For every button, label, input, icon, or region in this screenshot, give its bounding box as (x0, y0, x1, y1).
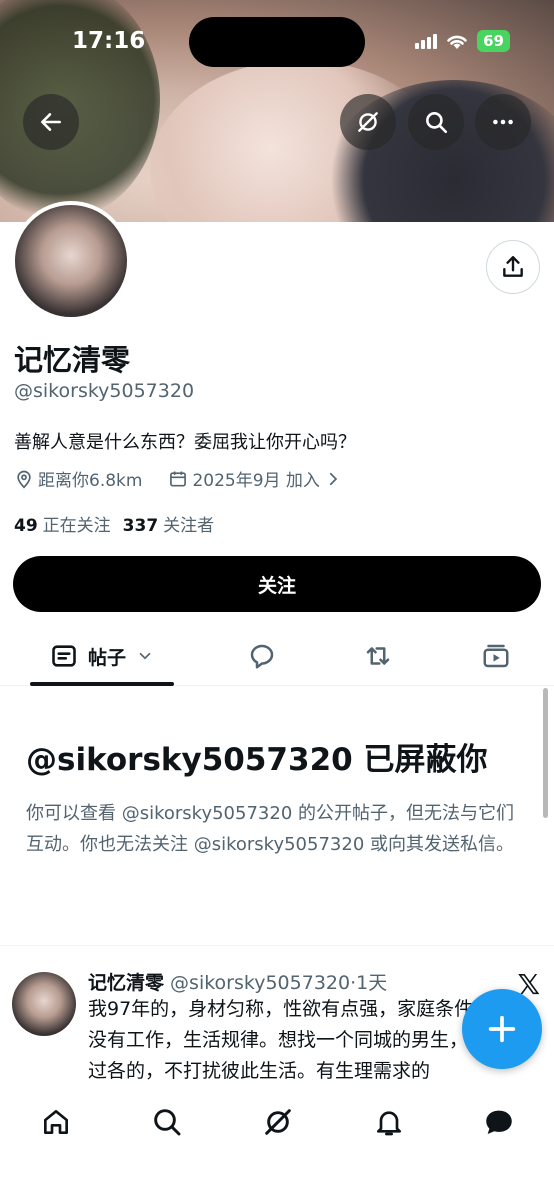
profile-tabs: 帖子 (0, 628, 554, 686)
bell-icon (377, 1111, 401, 1136)
calendar-icon (170, 471, 187, 486)
profile-meta: 距离你6.8km 2025年9月 加入 (14, 466, 342, 491)
more-icon (493, 119, 513, 125)
signal-icon (415, 33, 438, 49)
dynamic-island (189, 17, 365, 67)
nav-grok[interactable] (258, 1102, 298, 1142)
nav-search[interactable] (147, 1102, 187, 1142)
bottom-nav (0, 1090, 554, 1200)
location-icon (17, 470, 31, 489)
chevron-down-icon[interactable] (136, 647, 154, 665)
share-button[interactable] (486, 240, 540, 294)
post-header: 记忆清零 @sikorsky5057320·1天 (88, 968, 387, 995)
follow-counts: 49 正在关注 337 关注者 (14, 511, 214, 536)
profile-name: 记忆清零 (14, 343, 131, 377)
media-icon (483, 644, 509, 668)
blocked-description: 你可以查看 @sikorsky5057320 的公开帖子，但无法与它们互动。你也… (26, 803, 514, 855)
chat-bubble-icon (486, 1110, 512, 1135)
post-author[interactable]: 记忆清零 (88, 972, 164, 994)
profile-bio: 善解人意是什么东西？委屈我让你开心吗？ (14, 432, 356, 453)
follow-button[interactable]: 关注 (13, 556, 541, 612)
search-button[interactable] (408, 94, 464, 150)
status-icons: 69 (415, 30, 510, 52)
location-text: 距离你6.8km (38, 471, 143, 491)
chevron-right-icon[interactable] (324, 470, 342, 488)
wifi-icon (447, 35, 467, 49)
post-avatar[interactable] (12, 972, 76, 1036)
more-button[interactable] (475, 94, 531, 150)
posts-icon (52, 645, 76, 667)
search-icon (154, 1109, 181, 1136)
blocked-title: @sikorsky5057320 已屏蔽你 (26, 742, 488, 778)
grok-button[interactable] (340, 94, 396, 150)
followers-link[interactable]: 337 关注者 (123, 511, 215, 536)
home-icon (44, 1110, 68, 1134)
search-icon (426, 112, 448, 134)
nav-home[interactable] (36, 1102, 76, 1142)
post-meta: @sikorsky5057320·1天 (164, 972, 388, 994)
scrollbar[interactable] (543, 688, 548, 818)
tab-posts[interactable]: 帖子 (30, 628, 174, 684)
grok-icon (358, 112, 378, 132)
joined-text[interactable]: 2025年9月 加入 (192, 466, 319, 491)
active-tab-indicator (30, 682, 174, 686)
avatar[interactable] (11, 201, 131, 321)
status-time: 17:16 (72, 28, 146, 54)
nav-notifications[interactable] (369, 1102, 409, 1142)
tab-media[interactable] (474, 628, 518, 684)
profile-handle: @sikorsky5057320 (14, 380, 195, 402)
plus-icon (488, 1015, 516, 1043)
comment-icon (250, 644, 274, 669)
divider (0, 945, 554, 946)
grok-icon (265, 1109, 291, 1135)
share-icon (503, 256, 523, 277)
following-link[interactable]: 49 正在关注 (14, 511, 111, 536)
repost-icon (366, 647, 390, 665)
tab-reposts[interactable] (356, 628, 400, 684)
arrow-left-icon (41, 113, 61, 131)
battery-indicator: 69 (477, 30, 510, 52)
tab-posts-label: 帖子 (87, 646, 126, 669)
tab-replies[interactable] (240, 628, 284, 684)
nav-messages[interactable] (479, 1102, 519, 1142)
back-button[interactable] (23, 94, 79, 150)
compose-button[interactable] (462, 989, 542, 1069)
